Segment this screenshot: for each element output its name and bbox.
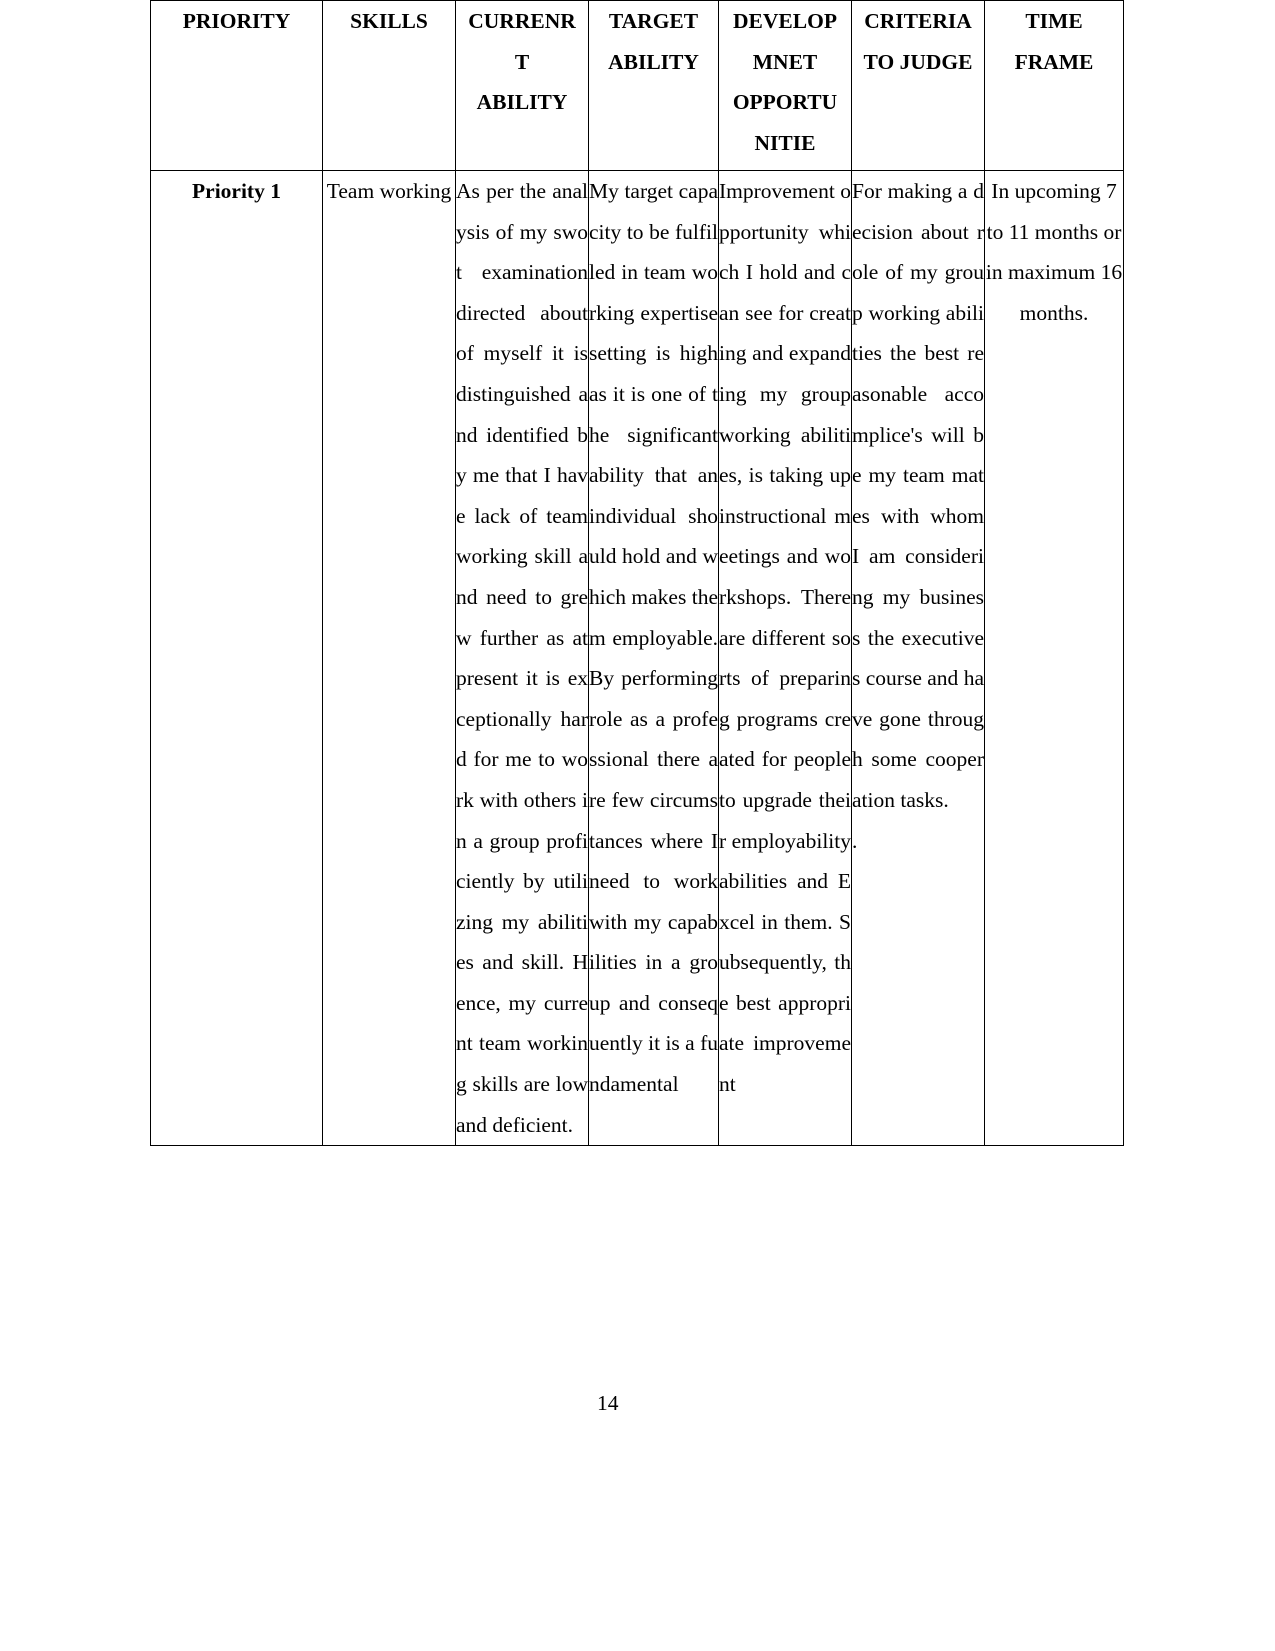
column-header-current-ability-line-1: CURRENR (468, 9, 576, 33)
column-header-current-ability-line-2: T (514, 49, 530, 74)
table-header: PRIORITY SKILLS CURRENR T ABILITY TARGET… (150, 0, 1124, 171)
table-row: Priority 1 Team working As per the analy… (150, 169, 1124, 1147)
column-header-current-ability: CURRENR T ABILITY (455, 0, 589, 171)
column-header-development-opportunity: DEVELOP MNET OPPORTU NITIE (718, 0, 852, 171)
cell-development-opportunity: Improvement opportunity which I hold and… (718, 169, 852, 1147)
column-header-target-ability-line-1: TARGET (608, 9, 699, 33)
column-header-criteria-line-1: CRITERIA (864, 9, 972, 33)
cell-criteria-to-judge-text: For making a decision about role of my g… (852, 179, 984, 812)
column-header-development-line-4: NITIE (754, 130, 816, 155)
cell-current-ability: As per the analysis of my swot examinati… (455, 169, 589, 1147)
cell-skills: Team working (322, 169, 456, 1147)
column-header-criteria-line-2: TO JUDGE (863, 49, 973, 74)
column-header-time-line-2: FRAME (1014, 49, 1094, 74)
cell-criteria-to-judge: For making a decision about role of my g… (851, 169, 985, 1147)
cell-current-ability-text: As per the analysis of my swot examinati… (456, 179, 588, 1137)
page-number: 14 (597, 1391, 619, 1415)
column-header-time-line-1: TIME (1025, 9, 1083, 33)
column-header-development-line-3: OPPORTU (732, 90, 838, 115)
column-header-target-ability-line-2: ABILITY (608, 49, 699, 74)
development-plan-table: PRIORITY SKILLS CURRENR T ABILITY TARGET… (150, 0, 1124, 1147)
column-header-priority: PRIORITY (150, 0, 323, 171)
column-header-target-ability: TARGET ABILITY (588, 0, 719, 171)
cell-criteria-stray-mark: . (852, 828, 858, 853)
cell-development-opportunity-text: Improvement opportunity which I hold and… (719, 179, 851, 1097)
column-header-criteria-to-judge: CRITERIA TO JUDGE (851, 0, 985, 171)
column-header-development-line-1: DEVELOP (733, 9, 837, 33)
cell-target-ability: My target capacity to be fulfilled in te… (588, 169, 719, 1147)
column-header-current-ability-line-3: ABILITY (476, 90, 568, 115)
column-header-priority-line-1: PRIORITY (182, 9, 291, 33)
cell-target-ability-text: My target capacity to be fulfilled in te… (589, 179, 718, 1097)
table-body: Priority 1 Team working As per the analy… (150, 169, 1124, 1147)
table-header-row: PRIORITY SKILLS CURRENR T ABILITY TARGET… (150, 0, 1124, 171)
column-header-skills: SKILLS (322, 0, 456, 171)
document-page: PRIORITY SKILLS CURRENR T ABILITY TARGET… (0, 0, 1275, 1651)
cell-time-frame: In upcoming 7 to 11 months or in maximum… (984, 169, 1124, 1147)
column-header-development-line-2: MNET (752, 49, 818, 74)
cell-priority: Priority 1 (150, 169, 323, 1147)
column-header-time-frame: TIME FRAME (984, 0, 1124, 171)
column-header-skills-line-1: SKILLS (350, 9, 428, 33)
